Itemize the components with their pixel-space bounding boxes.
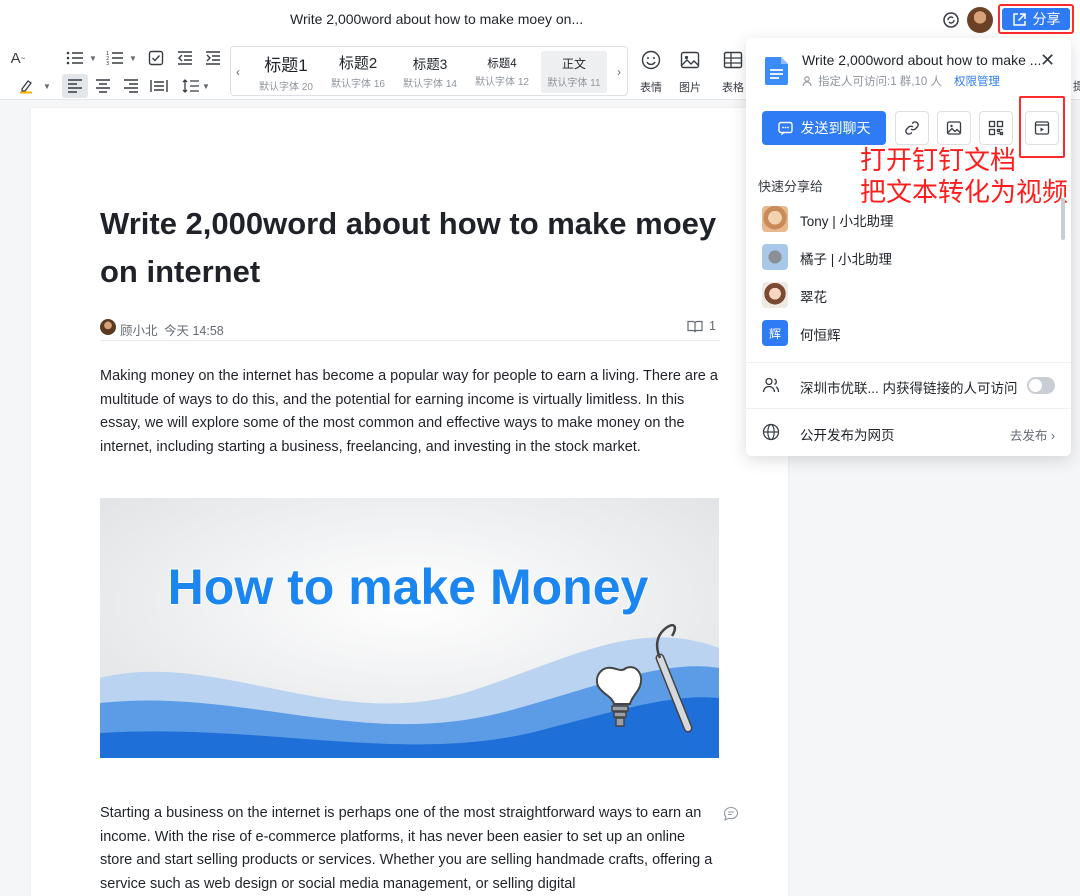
close-icon[interactable]: ✕: [1040, 50, 1055, 71]
style-heading-4[interactable]: 标题4 默认字体 12: [469, 51, 535, 93]
article-hero-image[interactable]: How to make Money: [100, 498, 719, 758]
align-left-icon[interactable]: [62, 74, 88, 98]
paragraph-intro[interactable]: Making money on the internet has become …: [100, 365, 720, 459]
document-meta: 顾小北 今天 14:58 1: [100, 318, 720, 340]
qr-code-icon: [988, 120, 1004, 136]
read-count[interactable]: 1: [687, 319, 716, 333]
author-name[interactable]: 顾小北: [120, 320, 158, 339]
toolbar-clipped-label: 提: [1073, 81, 1080, 93]
share-icon: [1012, 12, 1026, 26]
copy-link-button[interactable]: [895, 111, 929, 145]
share-button[interactable]: 分享: [998, 4, 1074, 34]
send-to-chat-button[interactable]: 发送到聊天: [762, 111, 886, 145]
smile-icon: [641, 50, 661, 70]
chevron-down-icon[interactable]: ▼: [202, 82, 210, 91]
document-heading[interactable]: Write 2,000word about how to make moey o…: [100, 200, 720, 296]
share-button-label: 分享: [1032, 11, 1061, 27]
contact-item[interactable]: Tony | 小北助理: [762, 204, 1052, 234]
last-edited-time: 今天 14:58: [164, 324, 224, 338]
bullet-list-icon[interactable]: [65, 48, 85, 68]
indent-icon[interactable]: [203, 48, 223, 68]
title-bar: Write 2,000word about how to make moey o…: [0, 0, 1080, 40]
image-icon: [946, 121, 962, 135]
image-icon: [680, 51, 700, 69]
contact-avatar: 辉: [762, 320, 788, 346]
publish-web-row[interactable]: 公开发布为网页 去发布 ›: [762, 421, 1055, 445]
table-icon: [723, 51, 743, 69]
hero-illustration: How to make Money: [100, 498, 719, 758]
chat-icon: [777, 121, 793, 135]
align-center-icon[interactable]: [93, 76, 113, 96]
document-page: Write 2,000word about how to make moey o…: [31, 108, 788, 896]
hero-headline: How to make Money: [168, 559, 649, 615]
highlight-pen-icon[interactable]: [16, 76, 36, 96]
style-heading-1[interactable]: 标题1 默认字体 20: [253, 51, 319, 93]
contact-item[interactable]: 橘子 | 小北助理: [762, 242, 1052, 272]
contact-item[interactable]: 辉 何恒辉: [762, 318, 1052, 348]
style-body-text[interactable]: 正文 默认字体 11: [541, 51, 607, 93]
paragraph-business[interactable]: Starting a business on the internet is p…: [100, 802, 720, 896]
font-size-icon[interactable]: A ~: [8, 48, 28, 68]
chevron-right-icon[interactable]: ›: [617, 65, 621, 79]
link-icon: [905, 121, 919, 135]
comment-icon[interactable]: [723, 806, 739, 822]
org-link-access-toggle[interactable]: [1027, 377, 1055, 394]
meta-divider: [100, 340, 720, 341]
popover-divider: [746, 362, 1071, 363]
share-popover: Write 2,000word about how to make ... ✕ …: [746, 38, 1071, 456]
quick-share-label: 快速分享给: [758, 179, 824, 194]
numbered-list-icon[interactable]: 123: [105, 48, 125, 68]
share-as-image-button[interactable]: [937, 111, 971, 145]
contact-avatar: [762, 244, 788, 270]
people-icon: [802, 75, 812, 86]
style-heading-3[interactable]: 标题3 默认字体 14: [397, 51, 463, 93]
chevron-down-icon[interactable]: ▼: [43, 82, 51, 91]
globe-icon: [762, 423, 780, 441]
insert-image-button[interactable]: 图片: [675, 50, 705, 95]
chevron-down-icon[interactable]: ▼: [129, 54, 137, 63]
document-title: Write 2,000word about how to make moey o…: [290, 11, 584, 27]
go-publish-link[interactable]: 去发布 ›: [1010, 425, 1055, 444]
share-doc-title: Write 2,000word about how to make ...: [802, 52, 1042, 68]
author-avatar[interactable]: [100, 319, 116, 335]
annotation-text: 打开钉钉文档 把文本转化为视频: [860, 145, 1069, 207]
align-right-icon[interactable]: [121, 76, 141, 96]
contact-avatar: [762, 282, 788, 308]
people-icon: [762, 377, 780, 393]
emoji-button[interactable]: 表情: [636, 50, 666, 95]
contact-item[interactable]: 翠花: [762, 280, 1052, 310]
org-link-access-row: 深圳市优联... 内获得链接的人可访问: [762, 374, 1055, 398]
document-file-icon: [765, 57, 788, 85]
qr-code-button[interactable]: [979, 111, 1013, 145]
contact-avatar: [762, 206, 788, 232]
line-spacing-icon[interactable]: [181, 76, 201, 96]
checkbox-icon[interactable]: [146, 48, 166, 68]
chevron-down-icon[interactable]: ▼: [89, 54, 97, 63]
book-icon: [687, 320, 703, 332]
permission-summary: 指定人可访问:1 群,10 人 权限管理: [802, 73, 1000, 89]
permission-management-link[interactable]: 权限管理: [954, 73, 1000, 89]
heading-styles-panel: ‹ 标题1 默认字体 20 标题2 默认字体 16 标题3 默认字体 14 标题…: [230, 46, 628, 96]
style-heading-2[interactable]: 标题2 默认字体 16: [325, 51, 391, 93]
insert-table-button[interactable]: 表格: [718, 50, 748, 95]
align-justify-icon[interactable]: [149, 76, 169, 96]
contacts-scrollbar[interactable]: [1061, 198, 1065, 240]
chevron-left-icon[interactable]: ‹: [236, 65, 240, 79]
sync-icon[interactable]: [942, 11, 960, 29]
user-avatar[interactable]: [967, 7, 993, 33]
svg-text:3: 3: [106, 61, 109, 66]
outdent-icon[interactable]: [175, 48, 195, 68]
popover-divider: [746, 408, 1071, 409]
